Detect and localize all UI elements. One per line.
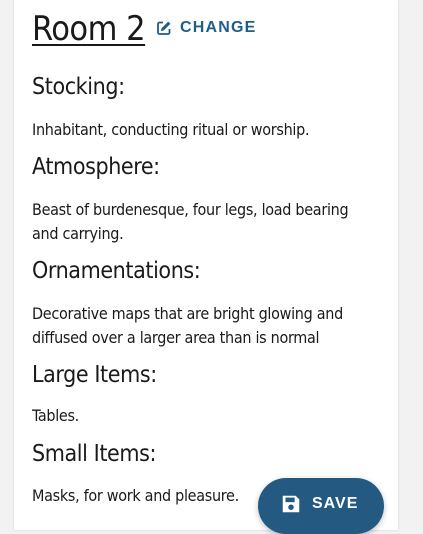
- edit-icon: [157, 21, 171, 35]
- ornamentations-heading: Ornamentations:: [32, 258, 201, 284]
- atmosphere-text: Beast of burdenesque, four legs, load be…: [32, 200, 349, 243]
- atmosphere-heading: Atmosphere:: [32, 154, 160, 180]
- small-items-heading: Small Items:: [32, 441, 157, 467]
- change-button[interactable]: CHANGE: [156, 12, 257, 44]
- large-items-text: Tables.: [32, 406, 79, 425]
- ornamentations-text: Decorative maps that are bright glowing …: [32, 304, 343, 347]
- title-row: Room 2: [32, 6, 146, 52]
- stocking-heading: Stocking:: [32, 74, 125, 100]
- save-button[interactable]: SAVE: [258, 478, 384, 534]
- large-items-heading: Large Items:: [32, 362, 157, 388]
- room-title: Room 2: [32, 9, 146, 49]
- room-card: Room 2 CHANGE Stocking: Inhabitant, cond…: [14, 0, 398, 530]
- change-label: CHANGE: [180, 19, 257, 36]
- stocking-text: Inhabitant, conducting ritual or worship…: [32, 120, 310, 139]
- save-label: SAVE: [312, 495, 359, 512]
